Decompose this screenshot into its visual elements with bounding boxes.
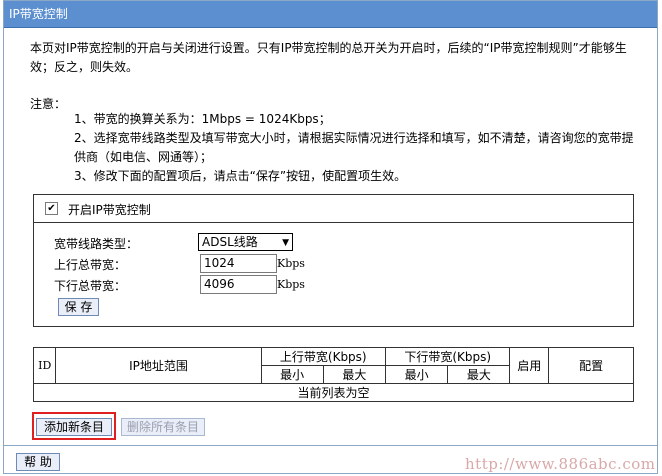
table-row: 当前列表为空 (33, 383, 634, 402)
down-unit: Kbps (277, 278, 305, 291)
divider (4, 445, 657, 446)
col-up-max: 最大 (322, 365, 387, 384)
col-id: ID (32, 347, 57, 384)
down-bandwidth-label: 下行总带宽： (54, 279, 127, 293)
up-bandwidth-input[interactable]: 1024 (200, 254, 277, 273)
note-item: 2、选择宽带线路类型及填写带宽大小时，请根据实际情况进行选择和填写，如不清楚，请… (74, 131, 634, 164)
col-config: 配置 (548, 347, 634, 384)
notes-title: 注意： (30, 97, 67, 111)
note-item: 3、修改下面的配置项后，请点击“保存”按钮，使配置项生效。 (74, 169, 407, 183)
col-ip-range: IP地址范围 (55, 347, 262, 384)
delete-all-button[interactable]: 删除所有条目 (121, 418, 205, 436)
col-down-min: 最小 (384, 365, 449, 384)
down-bandwidth-input[interactable]: 4096 (200, 275, 277, 294)
help-button[interactable]: 帮 助 (16, 453, 60, 471)
enable-checkbox[interactable]: ✔ (45, 202, 58, 215)
page-title: IP带宽控制 (4, 1, 657, 28)
up-bandwidth-label: 上行总带宽： (54, 258, 127, 272)
line-type-value: ADSL线路 (202, 235, 258, 249)
up-unit: Kbps (277, 257, 305, 270)
rules-table: ID IP地址范围 上行带宽(Kbps) 下行带宽(Kbps) 启用 配置 最小… (32, 347, 634, 402)
note-item: 1、带宽的换算关系为：1Mbps = 1024Kbps； (74, 112, 331, 126)
enable-label: 开启IP带宽控制 (68, 203, 151, 217)
watermark: http://www.886abc.com (465, 455, 656, 473)
line-type-label: 宽带线路类型： (54, 237, 139, 251)
col-enable: 启用 (509, 347, 550, 384)
col-down-bandwidth: 下行带宽(Kbps) (384, 347, 511, 366)
bandwidth-config-box: ✔ 开启IP带宽控制 宽带线路类型： ADSL线路 ▼ 上行总带宽： 1024 … (33, 194, 634, 327)
dropdown-arrow-icon: ▼ (282, 238, 289, 248)
add-entry-button[interactable]: 添加新条目 (36, 418, 112, 436)
table-header-row: ID IP地址范围 上行带宽(Kbps) 下行带宽(Kbps) 启用 配置 (32, 347, 634, 384)
empty-list-message: 当前列表为空 (33, 383, 634, 402)
col-up-min: 最小 (260, 365, 324, 384)
checkmark-icon: ✔ (47, 203, 56, 214)
notes-list: 1、带宽的换算关系为：1Mbps = 1024Kbps； 2、选择宽带线路类型及… (74, 110, 639, 186)
intro-text: 本页对IP带宽控制的开启与关闭进行设置。只有IP带宽控制的总开关为开启时，后续的… (30, 41, 627, 74)
col-up-bandwidth: 上行带宽(Kbps) (260, 347, 387, 366)
save-button[interactable]: 保 存 (58, 298, 99, 316)
main-panel: IP带宽控制 本页对IP带宽控制的开启与关闭进行设置。只有IP带宽控制的总开关为… (3, 0, 658, 474)
col-down-max: 最大 (447, 365, 511, 384)
line-type-select[interactable]: ADSL线路 ▼ (198, 233, 293, 251)
enable-row: ✔ 开启IP带宽控制 (34, 195, 633, 223)
